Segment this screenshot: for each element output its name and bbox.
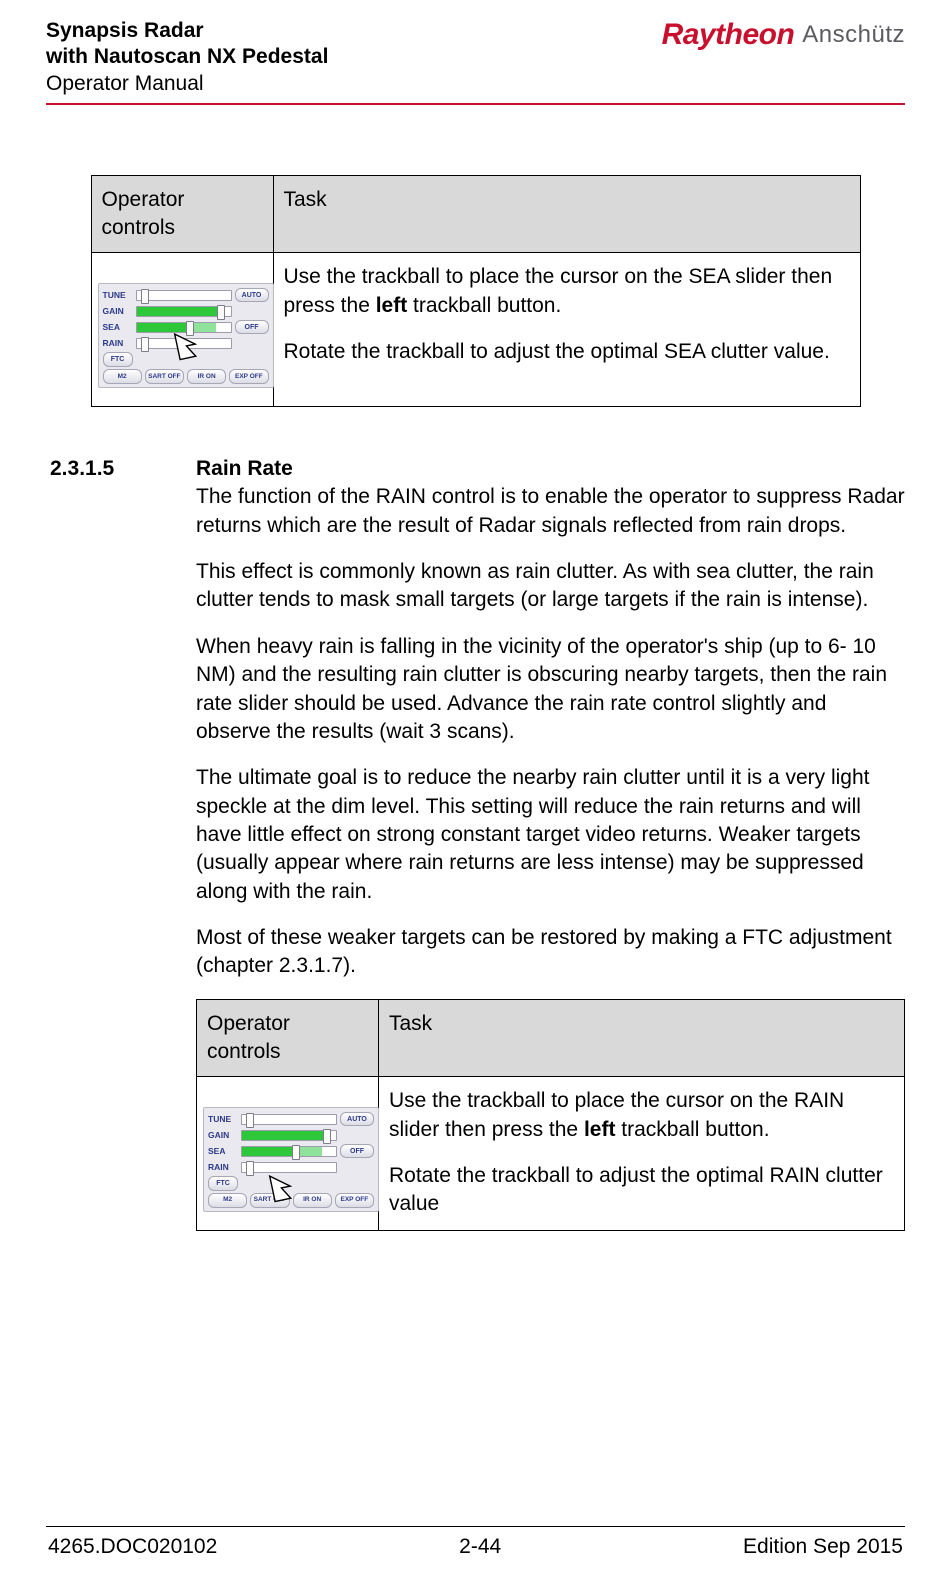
rain-table-control-cell: TUNE AUTO GAIN SEA xyxy=(197,1077,379,1231)
exp-off-button-2: EXP OFF xyxy=(335,1193,374,1208)
sea-task-text-1c: trackball button. xyxy=(407,294,561,317)
panel-label-rain: RAIN xyxy=(103,338,133,349)
rain-task-text-1b: left xyxy=(584,1118,616,1141)
rain-task-text-1c: trackball button. xyxy=(615,1118,769,1141)
rain-table-col2-header: Task xyxy=(379,999,905,1077)
sart-off-button-2: SART OFF xyxy=(250,1193,289,1208)
section-p5: Most of these weaker targets can be rest… xyxy=(196,924,905,981)
page-footer: 4265.DOC020102 2-44 Edition Sep 2015 xyxy=(46,1535,905,1561)
sea-table-col2-header: Task xyxy=(273,175,860,253)
ir-on-button: IR ON xyxy=(187,369,226,384)
exp-off-button: EXP OFF xyxy=(229,369,268,384)
page-header: Synapsis Radar with Nautoscan NX Pedesta… xyxy=(46,18,905,97)
off-button: OFF xyxy=(235,320,269,334)
section-title: Rain Rate xyxy=(196,455,905,481)
footer-rule xyxy=(46,1526,905,1527)
header-title-block: Synapsis Radar with Nautoscan NX Pedesta… xyxy=(46,18,328,97)
footer-center: 2-44 xyxy=(459,1535,501,1559)
sea-slider-2 xyxy=(241,1146,337,1157)
rain-table: Operator controls Task TUNE AUTO xyxy=(196,999,905,1232)
brand-secondary: Anschütz xyxy=(802,21,905,49)
tune-slider xyxy=(136,290,232,301)
panel-label-gain-2: GAIN xyxy=(208,1130,238,1141)
brand-primary: Raytheon xyxy=(662,18,795,52)
header-line-2: with Nautoscan NX Pedestal xyxy=(46,44,328,70)
auto-button: AUTO xyxy=(235,288,269,302)
m2-button-2: M2 xyxy=(208,1193,247,1208)
section-body: Rain Rate The function of the RAIN contr… xyxy=(196,455,905,1231)
panel-label-gain: GAIN xyxy=(103,306,133,317)
control-panel-rain: TUNE AUTO GAIN SEA xyxy=(203,1107,379,1212)
gain-slider-2 xyxy=(241,1130,337,1141)
rain-table-task-cell: Use the trackball to place the cursor on… xyxy=(379,1077,905,1231)
tune-slider-2 xyxy=(241,1114,337,1125)
header-line-1: Synapsis Radar xyxy=(46,18,328,44)
panel-label-tune-2: TUNE xyxy=(208,1114,238,1125)
sea-table-col1-header: Operator controls xyxy=(91,175,273,253)
section-p1: The function of the RAIN control is to e… xyxy=(196,483,905,540)
panel-label-sea: SEA xyxy=(103,322,133,333)
rain-table-col1-header: Operator controls xyxy=(197,999,379,1077)
sea-table: Operator controls Task TUNE AUTO GAIN xyxy=(91,175,861,408)
section-number: 2.3.1.5 xyxy=(46,455,160,1231)
panel-label-rain-2: RAIN xyxy=(208,1162,238,1173)
auto-button-2: AUTO xyxy=(340,1112,374,1126)
footer-right: Edition Sep 2015 xyxy=(743,1535,903,1559)
gain-slider xyxy=(136,306,232,317)
header-line-3: Operator Manual xyxy=(46,71,328,97)
brand-block: Raytheon Anschütz xyxy=(662,18,905,52)
content-area: Operator controls Task TUNE AUTO GAIN xyxy=(46,105,905,1526)
sea-table-control-cell: TUNE AUTO GAIN SEA OFF xyxy=(91,253,273,407)
rain-task-text-2: Rotate the trackball to adjust the optim… xyxy=(389,1162,894,1219)
page: Synapsis Radar with Nautoscan NX Pedesta… xyxy=(0,0,951,1591)
ftc-button: FTC xyxy=(103,352,133,367)
ftc-button-2: FTC xyxy=(208,1176,238,1191)
off-button-2: OFF xyxy=(340,1144,374,1158)
ir-on-button-2: IR ON xyxy=(293,1193,332,1208)
section-p3: When heavy rain is falling in the vicini… xyxy=(196,633,905,746)
rain-slider xyxy=(136,338,232,349)
section-2-3-1-5: 2.3.1.5 Rain Rate The function of the RA… xyxy=(46,455,905,1231)
sea-task-text-2: Rotate the trackball to adjust the optim… xyxy=(284,338,850,366)
sea-slider xyxy=(136,322,232,333)
section-p2: This effect is commonly known as rain cl… xyxy=(196,558,905,615)
sart-off-button: SART OFF xyxy=(145,369,184,384)
m2-button: M2 xyxy=(103,369,142,384)
sea-table-task-cell: Use the trackball to place the cursor on… xyxy=(273,253,860,407)
footer-left: 4265.DOC020102 xyxy=(48,1535,217,1559)
control-panel-sea: TUNE AUTO GAIN SEA OFF xyxy=(98,283,274,388)
panel-label-sea-2: SEA xyxy=(208,1146,238,1157)
panel-label-tune: TUNE xyxy=(103,290,133,301)
section-p4: The ultimate goal is to reduce the nearb… xyxy=(196,764,905,906)
sea-task-text-1b: left xyxy=(376,294,408,317)
rain-slider-2 xyxy=(241,1162,337,1173)
